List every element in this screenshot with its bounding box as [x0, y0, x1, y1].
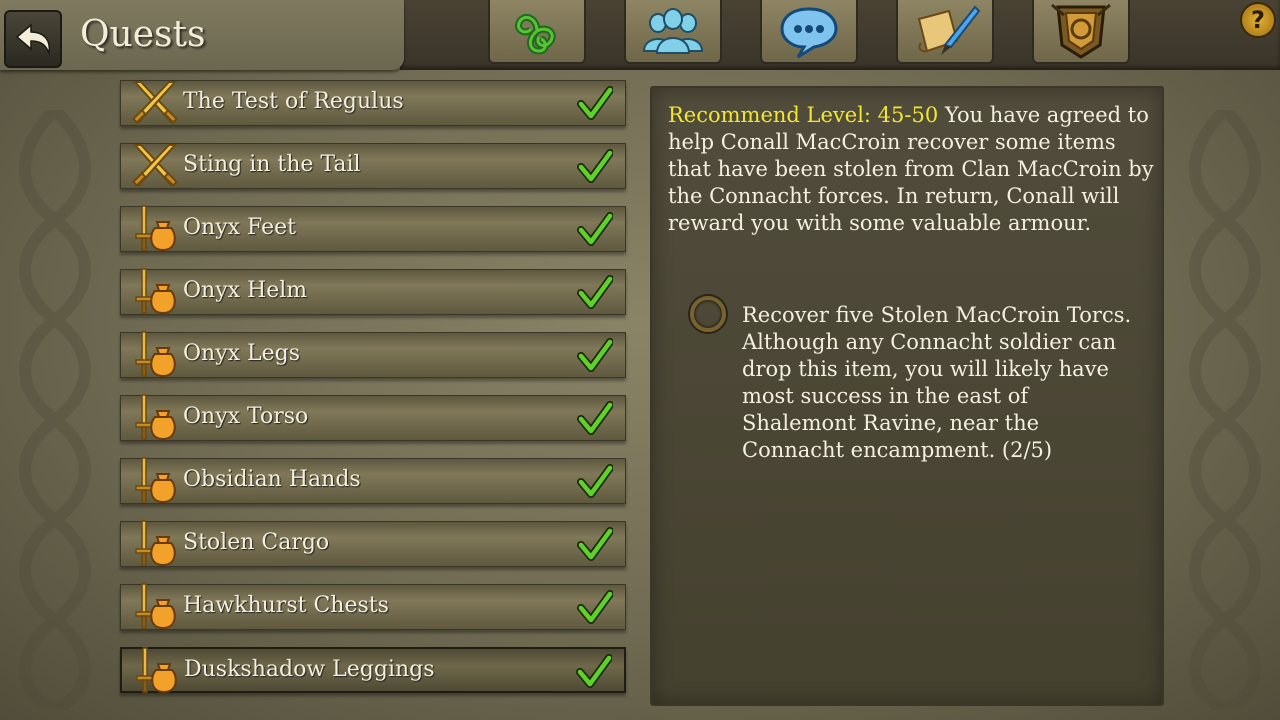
crossed-swords-icon	[129, 141, 181, 191]
quest-name: Stolen Cargo	[183, 530, 330, 555]
quest-row[interactable]: Obsidian Hands	[120, 456, 626, 506]
completed-checkmark-icon	[577, 464, 614, 500]
quest-row[interactable]: Onyx Feet	[120, 204, 626, 254]
triskele-icon	[515, 14, 556, 55]
tab-triskele[interactable]	[488, 0, 586, 64]
tab-strip: ?	[400, 0, 1280, 70]
completed-checkmark-icon	[577, 212, 614, 248]
sword-and-bag-icon	[129, 456, 181, 506]
sword-and-bag-icon	[129, 204, 181, 254]
quest-name: Obsidian Hands	[183, 467, 361, 492]
tab-quest-journal[interactable]	[896, 0, 994, 64]
quest-row[interactable]: Stolen Cargo	[120, 519, 626, 569]
title-plate: Quests	[0, 0, 404, 70]
quest-row[interactable]: Duskshadow Leggings	[120, 646, 626, 696]
completed-checkmark-icon	[577, 401, 614, 437]
quest-name: Onyx Torso	[183, 404, 309, 429]
quest-name: Onyx Feet	[183, 215, 296, 240]
quest-row[interactable]: Hawkhurst Chests	[120, 582, 626, 632]
completed-checkmark-icon	[577, 338, 614, 374]
help-button[interactable]: ?	[1240, 2, 1276, 38]
back-arrow-icon	[15, 23, 51, 56]
quest-row[interactable]: Onyx Torso	[120, 393, 626, 443]
completed-checkmark-icon	[577, 590, 614, 626]
recommended-level: Recommend Level: 45-50	[668, 103, 939, 127]
sword-and-bag-icon	[129, 267, 181, 317]
objective-text: Recover five Stolen MacCroin Torcs. Alth…	[742, 303, 1132, 462]
celtic-knot-decoration-left	[19, 110, 91, 710]
quest-list[interactable]: The Test of Regulus Sting in the Tail Onyx…	[118, 78, 630, 720]
back-button[interactable]	[4, 10, 62, 68]
completed-checkmark-icon	[577, 149, 614, 185]
quest-description: Recommend Level: 45-50 You have agreed t…	[668, 102, 1156, 237]
quest-name: Onyx Helm	[183, 278, 308, 303]
completed-checkmark-icon	[577, 275, 614, 311]
sword-and-bag-icon	[129, 519, 181, 569]
quest-row[interactable]: Onyx Legs	[120, 330, 626, 380]
quest-scroll-icon	[917, 5, 981, 55]
sword-and-bag-icon	[129, 330, 181, 380]
completed-checkmark-icon	[576, 654, 613, 690]
quest-details-panel: Recommend Level: 45-50 You have agreed t…	[650, 86, 1164, 706]
top-bar: ? Quests	[0, 0, 1280, 70]
sword-and-bag-icon	[129, 582, 181, 632]
quest-name: Duskshadow Leggings	[184, 657, 435, 682]
completed-checkmark-icon	[577, 86, 614, 122]
completed-checkmark-icon	[577, 527, 614, 563]
quest-name: Sting in the Tail	[183, 152, 361, 177]
quest-name: The Test of Regulus	[183, 89, 404, 114]
quest-name: Hawkhurst Chests	[183, 593, 389, 618]
chat-icon	[780, 7, 838, 59]
quest-row[interactable]: Onyx Helm	[120, 267, 626, 317]
objective-progress-ring-icon	[690, 296, 726, 332]
sword-and-bag-icon	[130, 646, 182, 696]
celtic-knot-decoration-right	[1189, 110, 1261, 710]
help-label: ?	[1251, 6, 1265, 34]
sword-and-bag-icon	[129, 393, 181, 443]
guild-crest-icon	[1051, 3, 1111, 59]
crossed-swords-icon	[129, 78, 181, 128]
quest-row[interactable]: Sting in the Tail	[120, 143, 626, 189]
tab-chat[interactable]	[760, 0, 858, 64]
tab-guild[interactable]	[1032, 0, 1130, 64]
party-icon	[642, 8, 704, 54]
quest-row[interactable]: The Test of Regulus	[120, 80, 626, 126]
page-title: Quests	[80, 14, 206, 55]
quest-name: Onyx Legs	[183, 341, 301, 366]
tab-party[interactable]	[624, 0, 722, 64]
